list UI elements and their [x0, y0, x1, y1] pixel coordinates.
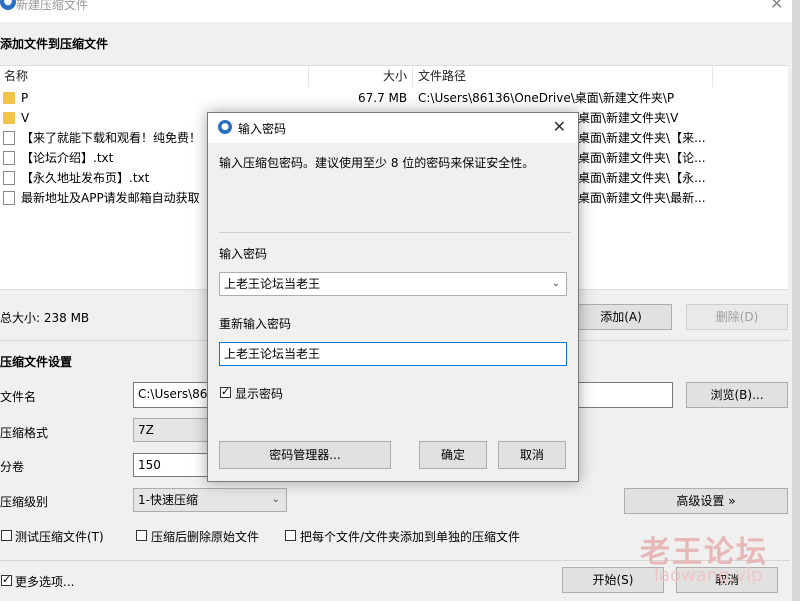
divider [219, 232, 571, 233]
file-path: 桌面\新建文件夹\【论... [578, 151, 706, 165]
file-name: 最新地址及APP请发邮箱自动获取 [21, 191, 200, 205]
file-name: V [21, 111, 30, 125]
folder-icon [3, 112, 15, 124]
password-value: 上老王论坛当老王 [224, 277, 321, 291]
file-path: 桌面\新建文件夹\V [578, 111, 679, 125]
split-label: 分卷 [0, 460, 25, 474]
document-icon [3, 191, 15, 205]
document-icon [3, 131, 15, 145]
file-path: C:\Users\86136\OneDrive\桌面\新建文件夹\P [418, 91, 675, 105]
advanced-settings-button[interactable]: 高级设置 » [624, 488, 788, 514]
format-label: 压缩格式 [0, 426, 49, 440]
dialog-cancel-button[interactable]: 取消 [498, 441, 566, 469]
file-path: 桌面\新建文件夹\【来... [578, 131, 706, 145]
confirm-password-label: 重新输入密码 [219, 317, 292, 331]
file-name: 【论坛介绍】.txt [21, 151, 114, 165]
test-checkbox[interactable] [1, 530, 12, 541]
window-edge [792, 0, 800, 601]
password-dialog: ● 输入密码 ✕ 输入压缩包密码。建议使用至少 8 位的密码来保证安全性。 输入… [207, 112, 579, 482]
chevron-down-icon: ⌄ [271, 494, 280, 505]
file-path: 桌面\新建文件夹\【永... [578, 171, 706, 185]
dialog-title: 输入密码 [238, 122, 287, 136]
filename-label: 文件名 [0, 390, 37, 404]
test-checkbox-label: 测试压缩文件(T) [15, 530, 104, 544]
dialog-close-icon[interactable]: ✕ [553, 117, 566, 136]
window-title: 新建压缩文件 [16, 0, 89, 12]
level-label: 压缩级别 [0, 495, 49, 509]
column-header-path[interactable]: 文件路径 [418, 66, 466, 87]
document-icon [3, 171, 15, 185]
dialog-title-bar: ● 输入密码 ✕ [208, 113, 578, 143]
format-value: 7Z [138, 423, 154, 437]
file-name: 【永久地址发布页】.txt [21, 171, 150, 185]
column-header-size[interactable]: 大小 [383, 66, 407, 87]
chevron-down-icon[interactable]: ⌄ [552, 273, 560, 295]
more-options-checkbox[interactable] [1, 573, 12, 586]
watermark-url: laowang.vip [654, 565, 763, 586]
password-manager-button[interactable]: 密码管理器... [219, 441, 391, 469]
files-section-heading: 添加文件到压缩文件 [0, 37, 109, 51]
add-button[interactable]: 添加(A) [570, 304, 672, 330]
file-size: 67.7 MB [358, 91, 408, 105]
confirm-password-input[interactable]: 上老王论坛当老王 [219, 342, 567, 366]
ok-button[interactable]: 确定 [419, 441, 487, 469]
folder-icon [3, 92, 15, 104]
level-select[interactable]: 1-快速压缩 ⌄ [133, 488, 287, 512]
password-label: 输入密码 [219, 247, 268, 261]
dialog-description: 输入压缩包密码。建议使用至少 8 位的密码来保证安全性。 [219, 156, 535, 170]
dialog-logo-icon: ● [218, 120, 232, 134]
column-header-name[interactable]: 名称 [4, 66, 28, 87]
level-value: 1-快速压缩 [138, 493, 198, 507]
file-name: P [21, 91, 29, 105]
window-close-icon[interactable]: ✕ [770, 0, 783, 13]
document-icon [3, 151, 15, 165]
total-size-label: 总大小: 238 MB [0, 311, 90, 325]
title-bar [0, 0, 800, 22]
file-path: 桌面\新建文件夹\最新... [578, 191, 706, 205]
separate-archives-checkbox[interactable] [285, 530, 296, 541]
separate-archives-checkbox-label: 把每个文件/文件夹添加到单独的压缩文件 [300, 530, 521, 544]
settings-section-heading: 压缩文件设置 [0, 355, 73, 369]
delete-after-checkbox[interactable] [136, 530, 147, 541]
more-options-label[interactable]: 更多选项... [15, 573, 74, 590]
show-password-checkbox[interactable] [220, 385, 231, 398]
delete-button[interactable]: 删除(D) [686, 304, 788, 330]
delete-after-checkbox-label: 压缩后删除原始文件 [151, 530, 260, 544]
show-password-label: 显示密码 [235, 387, 284, 401]
file-name: 【来了就能下载和观看！纯免费！ [21, 131, 202, 145]
table-row[interactable]: P 67.7 MB C:\Users\86136\OneDrive\桌面\新建文… [0, 88, 788, 108]
browse-button[interactable]: 浏览(B)... [686, 382, 788, 408]
password-input[interactable]: 上老王论坛当老王 ⌄ [219, 272, 567, 296]
